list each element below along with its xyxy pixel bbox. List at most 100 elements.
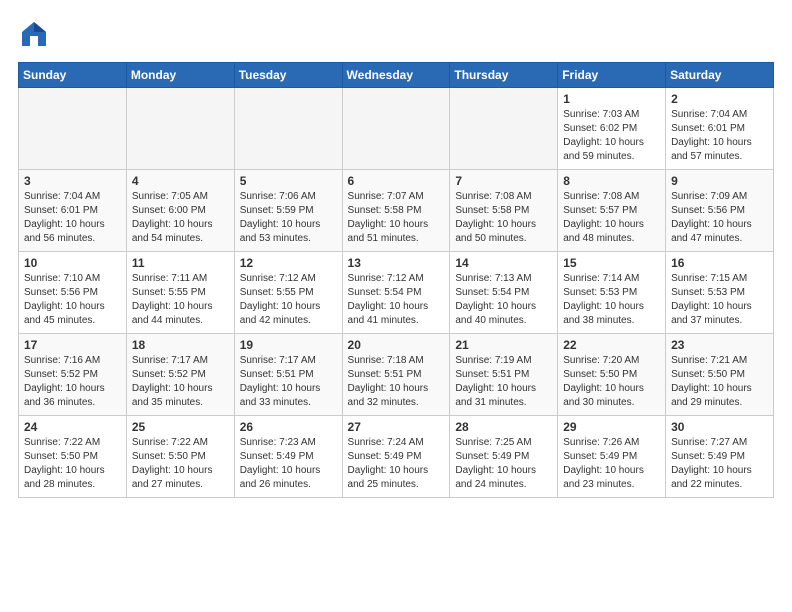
calendar-cell: 15 Sunrise: 7:14 AM Sunset: 5:53 PM Dayli… — [558, 252, 666, 334]
day-number: 8 — [563, 174, 660, 188]
calendar-cell: 1 Sunrise: 7:03 AM Sunset: 6:02 PM Daylig… — [558, 88, 666, 170]
calendar-cell: 27 Sunrise: 7:24 AM Sunset: 5:49 PM Dayli… — [342, 416, 450, 498]
day-number: 23 — [671, 338, 768, 352]
day-info: Sunrise: 7:11 AM Sunset: 5:55 PM Dayligh… — [132, 272, 229, 328]
day-number: 18 — [132, 338, 229, 352]
day-number: 27 — [348, 420, 445, 434]
day-number: 25 — [132, 420, 229, 434]
calendar-cell: 20 Sunrise: 7:18 AM Sunset: 5:51 PM Dayli… — [342, 334, 450, 416]
calendar: SundayMondayTuesdayWednesdayThursdayFrid… — [18, 62, 774, 498]
calendar-week-1: 1 Sunrise: 7:03 AM Sunset: 6:02 PM Daylig… — [19, 88, 774, 170]
calendar-cell: 9 Sunrise: 7:09 AM Sunset: 5:56 PM Daylig… — [666, 170, 774, 252]
day-number: 14 — [455, 256, 552, 270]
day-info: Sunrise: 7:17 AM Sunset: 5:51 PM Dayligh… — [240, 354, 337, 410]
calendar-week-4: 17 Sunrise: 7:16 AM Sunset: 5:52 PM Dayli… — [19, 334, 774, 416]
day-info: Sunrise: 7:20 AM Sunset: 5:50 PM Dayligh… — [563, 354, 660, 410]
day-info: Sunrise: 7:12 AM Sunset: 5:55 PM Dayligh… — [240, 272, 337, 328]
day-info: Sunrise: 7:14 AM Sunset: 5:53 PM Dayligh… — [563, 272, 660, 328]
day-number: 6 — [348, 174, 445, 188]
calendar-week-3: 10 Sunrise: 7:10 AM Sunset: 5:56 PM Dayli… — [19, 252, 774, 334]
calendar-cell: 6 Sunrise: 7:07 AM Sunset: 5:58 PM Daylig… — [342, 170, 450, 252]
calendar-cell: 10 Sunrise: 7:10 AM Sunset: 5:56 PM Dayli… — [19, 252, 127, 334]
day-number: 16 — [671, 256, 768, 270]
day-number: 9 — [671, 174, 768, 188]
day-info: Sunrise: 7:18 AM Sunset: 5:51 PM Dayligh… — [348, 354, 445, 410]
day-number: 26 — [240, 420, 337, 434]
calendar-cell: 21 Sunrise: 7:19 AM Sunset: 5:51 PM Dayli… — [450, 334, 558, 416]
day-number: 5 — [240, 174, 337, 188]
logo-icon — [18, 18, 50, 50]
day-info: Sunrise: 7:12 AM Sunset: 5:54 PM Dayligh… — [348, 272, 445, 328]
calendar-header-sunday: Sunday — [19, 63, 127, 88]
calendar-cell: 24Sunrise: 7:22 AM Sunset: 5:50 PM Dayli… — [19, 416, 127, 498]
calendar-cell: 23Sunrise: 7:21 AM Sunset: 5:50 PM Dayli… — [666, 334, 774, 416]
day-info: Sunrise: 7:27 AM Sunset: 5:49 PM Dayligh… — [671, 436, 768, 492]
calendar-cell: 13 Sunrise: 7:12 AM Sunset: 5:54 PM Dayli… — [342, 252, 450, 334]
calendar-cell: 12Sunrise: 7:12 AM Sunset: 5:55 PM Dayli… — [234, 252, 342, 334]
day-info: Sunrise: 7:22 AM Sunset: 5:50 PM Dayligh… — [132, 436, 229, 492]
calendar-cell: 18 Sunrise: 7:17 AM Sunset: 5:52 PM Dayli… — [126, 334, 234, 416]
calendar-week-5: 24 Sunrise: 7:22 AM Sunset: 5:50 PM Dayli… — [19, 416, 774, 498]
calendar-cell: 16 Sunrise: 7:15 AM Sunset: 5:53 PM Dayli… — [666, 252, 774, 334]
calendar-cell — [450, 88, 558, 170]
day-info: Sunrise: 7:05 AM Sunset: 6:00 PM Dayligh… — [132, 190, 229, 246]
day-number: 3 — [24, 174, 121, 188]
day-number: 1 — [563, 92, 660, 106]
day-number: 13 — [348, 256, 445, 270]
calendar-cell: 17 Sunrise: 7:16 AM Sunset: 5:52 PM Dayli… — [19, 334, 127, 416]
day-info: Sunrise: 7:15 AM Sunset: 5:53 PM Dayligh… — [671, 272, 768, 328]
calendar-header-monday: Monday — [126, 63, 234, 88]
calendar-cell: 25 Sunrise: 7:22 AM Sunset: 5:50 PM Dayli… — [126, 416, 234, 498]
day-info: Sunrise: 7:03 AM Sunset: 6:02 PM Dayligh… — [563, 108, 660, 164]
calendar-cell: 22 Sunrise: 7:20 AM Sunset: 5:50 PM Dayli… — [558, 334, 666, 416]
day-info: Sunrise: 7:24 AM Sunset: 5:49 PM Dayligh… — [348, 436, 445, 492]
day-number: 22 — [563, 338, 660, 352]
calendar-cell — [19, 88, 127, 170]
day-info: Sunrise: 7:16 AM Sunset: 5:52 PM Dayligh… — [24, 354, 121, 410]
calendar-cell: 28Sunrise: 7:25 AM Sunset: 5:49 PM Dayli… — [450, 416, 558, 498]
day-info: Sunrise: 7:13 AM Sunset: 5:54 PM Dayligh… — [455, 272, 552, 328]
logo — [18, 18, 54, 50]
calendar-header-saturday: Saturday — [666, 63, 774, 88]
calendar-cell: 7Sunrise: 7:08 AM Sunset: 5:58 PM Daylig… — [450, 170, 558, 252]
day-info: Sunrise: 7:08 AM Sunset: 5:58 PM Dayligh… — [455, 190, 552, 246]
day-info: Sunrise: 7:23 AM Sunset: 5:49 PM Dayligh… — [240, 436, 337, 492]
calendar-cell: 26 Sunrise: 7:23 AM Sunset: 5:49 PM Dayli… — [234, 416, 342, 498]
calendar-cell: 29 Sunrise: 7:26 AM Sunset: 5:49 PM Dayli… — [558, 416, 666, 498]
calendar-week-2: 3Sunrise: 7:04 AM Sunset: 6:01 PM Daylig… — [19, 170, 774, 252]
day-info: Sunrise: 7:17 AM Sunset: 5:52 PM Dayligh… — [132, 354, 229, 410]
calendar-header-row: SundayMondayTuesdayWednesdayThursdayFrid… — [19, 63, 774, 88]
day-number: 21 — [455, 338, 552, 352]
page: SundayMondayTuesdayWednesdayThursdayFrid… — [0, 0, 792, 508]
calendar-cell — [126, 88, 234, 170]
calendar-header-tuesday: Tuesday — [234, 63, 342, 88]
day-number: 2 — [671, 92, 768, 106]
day-info: Sunrise: 7:07 AM Sunset: 5:58 PM Dayligh… — [348, 190, 445, 246]
calendar-cell: 30 Sunrise: 7:27 AM Sunset: 5:49 PM Dayli… — [666, 416, 774, 498]
day-info: Sunrise: 7:04 AM Sunset: 6:01 PM Dayligh… — [671, 108, 768, 164]
day-number: 10 — [24, 256, 121, 270]
calendar-cell: 2 Sunrise: 7:04 AM Sunset: 6:01 PM Daylig… — [666, 88, 774, 170]
day-number: 29 — [563, 420, 660, 434]
day-number: 17 — [24, 338, 121, 352]
day-info: Sunrise: 7:10 AM Sunset: 5:56 PM Dayligh… — [24, 272, 121, 328]
calendar-cell: 5 Sunrise: 7:06 AM Sunset: 5:59 PM Daylig… — [234, 170, 342, 252]
day-number: 4 — [132, 174, 229, 188]
day-number: 15 — [563, 256, 660, 270]
day-number: 11 — [132, 256, 229, 270]
day-number: 24 — [24, 420, 121, 434]
day-number: 30 — [671, 420, 768, 434]
calendar-cell: 3Sunrise: 7:04 AM Sunset: 6:01 PM Daylig… — [19, 170, 127, 252]
day-info: Sunrise: 7:25 AM Sunset: 5:49 PM Dayligh… — [455, 436, 552, 492]
day-number: 19 — [240, 338, 337, 352]
calendar-header-wednesday: Wednesday — [342, 63, 450, 88]
day-info: Sunrise: 7:26 AM Sunset: 5:49 PM Dayligh… — [563, 436, 660, 492]
day-number: 20 — [348, 338, 445, 352]
day-info: Sunrise: 7:06 AM Sunset: 5:59 PM Dayligh… — [240, 190, 337, 246]
calendar-cell: 19 Sunrise: 7:17 AM Sunset: 5:51 PM Dayli… — [234, 334, 342, 416]
calendar-cell — [342, 88, 450, 170]
calendar-cell — [234, 88, 342, 170]
day-info: Sunrise: 7:09 AM Sunset: 5:56 PM Dayligh… — [671, 190, 768, 246]
calendar-cell: 8Sunrise: 7:08 AM Sunset: 5:57 PM Daylig… — [558, 170, 666, 252]
day-info: Sunrise: 7:19 AM Sunset: 5:51 PM Dayligh… — [455, 354, 552, 410]
